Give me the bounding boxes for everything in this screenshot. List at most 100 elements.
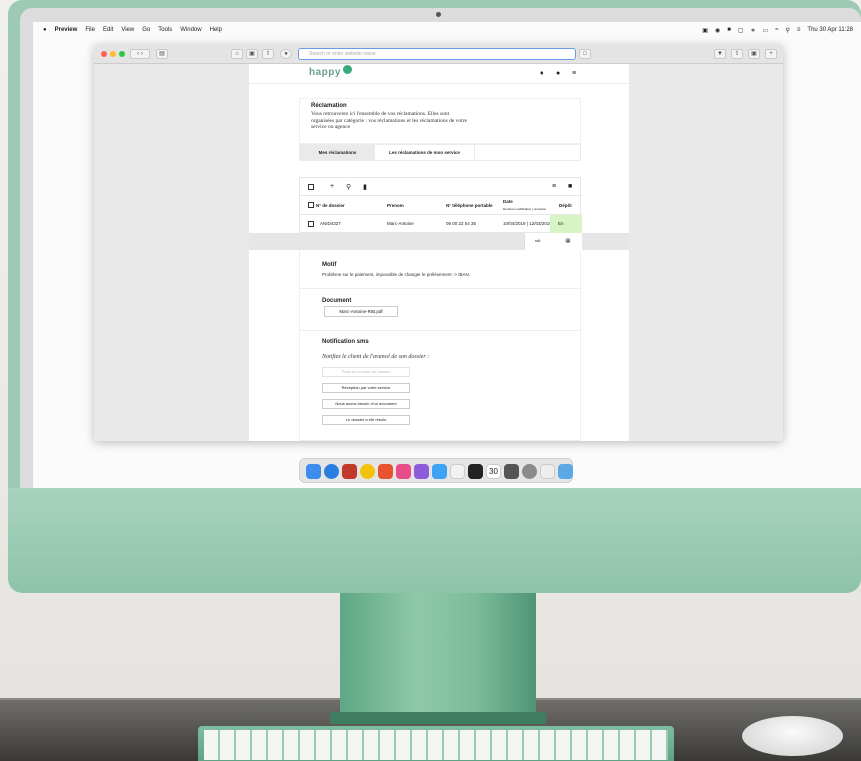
keyboard [198, 726, 674, 761]
cell-telephone: 06 00 22 54 35 [446, 221, 477, 226]
document-title: Document [322, 298, 352, 304]
col-prenom[interactable]: Prenom [387, 196, 404, 215]
search-icon[interactable]: ⚲ [346, 183, 351, 191]
address-placeholder: Search or enter website name [309, 51, 376, 57]
new-tab-icon[interactable]: + [765, 49, 777, 59]
minimize-window-button[interactable] [110, 51, 116, 57]
claims-table: + ⚲ ▮ ≡ ■ N° de dossier Prenom N° téléph… [299, 177, 582, 233]
menubar-status-area: ▣ ◉ ■ ▢ ∗ ▭ ≈ ⚲ ≡ Thu 30 Apr 11:28 [695, 22, 853, 38]
site-header: happy ♦ ● ≡ [249, 64, 629, 84]
tab-mes-reclamations[interactable]: Mes réclamations [300, 145, 375, 161]
col-telephone[interactable]: N° téléphone portable [446, 196, 493, 215]
app-icon[interactable] [540, 464, 555, 479]
share-icon[interactable]: ⇧ [262, 49, 274, 59]
select-all-checkbox[interactable] [308, 184, 314, 190]
app-icon[interactable] [504, 464, 519, 479]
share-page-icon[interactable]: ⇧ [731, 49, 743, 59]
tabs-overview-icon[interactable]: ▣ [748, 49, 760, 59]
camera-icon [436, 12, 441, 17]
intro-text: Vous retrouverez ici l'ensemble de vos r… [311, 111, 467, 130]
download-icon[interactable]: ▼ [714, 49, 726, 59]
home-icon[interactable]: ⌂ [231, 49, 243, 59]
menu-help[interactable]: Help [210, 27, 222, 33]
menu-hamburger-icon[interactable]: ≡ [572, 70, 576, 77]
menu-view[interactable]: View [121, 27, 134, 33]
folder-icon[interactable] [558, 464, 573, 479]
macos-dock: 30 [299, 458, 573, 483]
grid-view-icon[interactable]: ■ [568, 183, 572, 190]
notification-bell-icon[interactable]: ♦ [540, 70, 544, 77]
close-icon[interactable]: ⊗ [565, 237, 571, 245]
header-checkbox[interactable] [308, 202, 314, 208]
cell-depot-status: En [550, 215, 582, 233]
reader-icon[interactable]: ▣ [246, 49, 258, 59]
imac-stand [340, 592, 536, 720]
back-forward-button[interactable]: ‹ › [130, 49, 150, 59]
sms-reception-button[interactable]: Réception par votre service [322, 383, 410, 393]
address-bar[interactable]: Search or enter website name [298, 48, 576, 60]
record-icon[interactable]: ◉ [715, 27, 720, 34]
intro-card: Réclamation Vous retrouverez ici l'ensem… [299, 98, 581, 144]
divider [300, 288, 582, 289]
sms-besoin-document-button[interactable]: Nous avons besoin d'un document [322, 399, 410, 409]
user-account-icon[interactable]: ● [556, 70, 560, 77]
calendar-icon[interactable]: 30 [486, 464, 501, 479]
extension-icon[interactable]: □ [579, 49, 591, 59]
delete-icon[interactable]: ▮ [363, 183, 367, 191]
status-icon[interactable]: ▣ [702, 27, 708, 34]
sms-subtitle: Notifiez le client de l'avancé de son do… [322, 354, 430, 360]
claim-detail-panel: Motif Problème sur le paiement, impossib… [299, 250, 582, 441]
battery-icon[interactable]: ▭ [763, 27, 769, 34]
app-icon[interactable] [414, 464, 429, 479]
menu-file[interactable]: File [85, 27, 95, 33]
app-icon[interactable] [450, 464, 465, 479]
app-menu[interactable]: Preview [55, 27, 78, 33]
wifi-icon[interactable]: ≈ [775, 27, 778, 33]
sidebar-icon[interactable]: ▤ [156, 49, 168, 59]
terminal-icon[interactable] [468, 464, 483, 479]
app-icon[interactable] [378, 464, 393, 479]
add-icon[interactable]: + [330, 183, 334, 190]
control-center-icon[interactable]: ≡ [797, 27, 801, 33]
app-icon[interactable] [396, 464, 411, 479]
privacy-icon[interactable]: ● [280, 49, 292, 59]
menu-tools[interactable]: Tools [158, 27, 172, 33]
safari-icon[interactable] [324, 464, 339, 479]
menu-window[interactable]: Window [180, 27, 201, 33]
close-window-button[interactable] [101, 51, 107, 57]
app-icon[interactable] [432, 464, 447, 479]
zoom-window-button[interactable] [119, 51, 125, 57]
imac-chin [8, 488, 861, 593]
row-action-bar: ⇨ ⊗ [249, 233, 629, 250]
app-icon[interactable] [342, 464, 357, 479]
intro-title: Réclamation [311, 103, 347, 109]
row-checkbox[interactable] [308, 221, 314, 227]
document-file-button[interactable]: Marc-Antoine-RIB.pdf [324, 306, 398, 317]
col-depot[interactable]: Dépôt [559, 196, 572, 215]
spotlight-icon[interactable]: ⚲ [785, 27, 789, 34]
motif-title: Motif [322, 262, 337, 268]
clock[interactable]: Thu 30 Apr 11:28 [807, 27, 853, 33]
bluetooth-icon[interactable]: ∗ [750, 27, 755, 34]
keyboard-keys [204, 730, 668, 760]
menu-edit[interactable]: Edit [103, 27, 113, 33]
col-dossier[interactable]: N° de dossier [316, 196, 345, 215]
table-row[interactable]: ANID4327 Marc-Antoine 06 00 22 54 35 10/… [300, 215, 582, 233]
photo-scene: ● Preview File Edit View Go Tools Window… [0, 0, 861, 761]
sms-prise-en-compte-button[interactable]: Prise en compte du dossier [322, 367, 410, 377]
screen-mirror-icon[interactable]: ▢ [738, 27, 744, 34]
apple-menu-icon[interactable]: ● [43, 27, 47, 33]
motif-text: Problème sur le paiement, impossible de … [322, 272, 470, 277]
settings-icon[interactable] [522, 464, 537, 479]
tab-reclamations-service[interactable]: Les réclamations de mon service [375, 145, 475, 161]
site-logo[interactable]: happy [309, 67, 341, 78]
cell-prenom: Marc-Antoine [387, 221, 414, 226]
menu-go[interactable]: Go [142, 27, 150, 33]
chrome-icon[interactable] [360, 464, 375, 479]
list-view-icon[interactable]: ≡ [552, 183, 556, 190]
dropbox-icon[interactable]: ■ [727, 27, 731, 33]
sms-dossier-resolu-button[interactable]: Le dossier a été résolu [322, 415, 410, 425]
export-icon[interactable]: ⇨ [535, 237, 541, 245]
logo-mark-icon [343, 65, 352, 74]
finder-icon[interactable] [306, 464, 321, 479]
